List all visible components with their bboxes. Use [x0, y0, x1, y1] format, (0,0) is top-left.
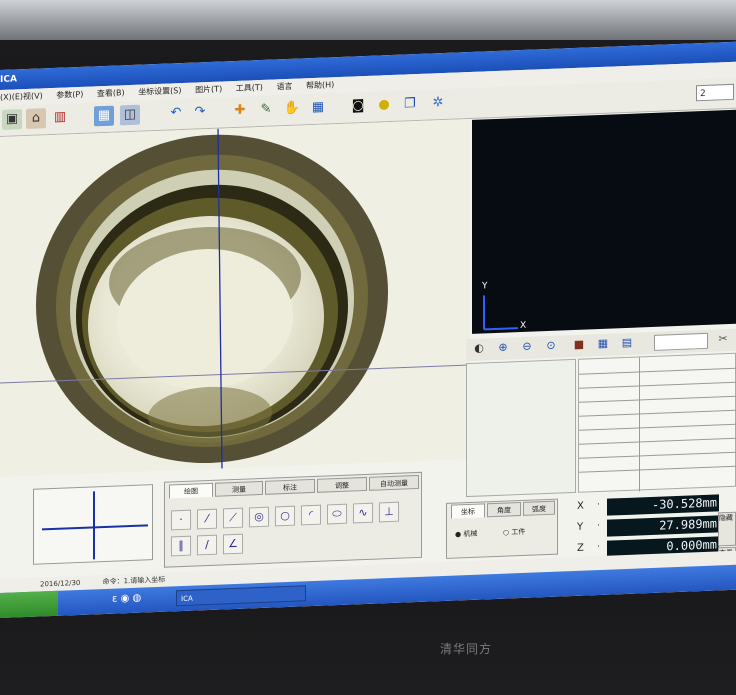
- camera-view[interactable]: [0, 118, 470, 477]
- menu-item-view[interactable]: (X)(E)视(V): [0, 91, 43, 102]
- tab-draw[interactable]: 绘图: [169, 482, 213, 499]
- zoom-fit-icon[interactable]: ⊙: [542, 336, 560, 355]
- parallel-tool-icon[interactable]: ∥: [171, 535, 191, 557]
- preview-select[interactable]: [654, 332, 708, 351]
- angle-tool-icon[interactable]: ⊥: [379, 501, 399, 523]
- coordinate-mode-panel: 坐标 角度 弧度 ● 机械 ○ 工件: [446, 498, 558, 559]
- crosshair-lines: [42, 491, 148, 560]
- bulb-icon[interactable]: ●: [374, 95, 394, 116]
- camera-image: [0, 118, 470, 477]
- tab-auto-measure[interactable]: 自动测量: [369, 474, 419, 491]
- measurement-table[interactable]: [578, 352, 736, 493]
- hand-icon[interactable]: ✋: [282, 98, 302, 119]
- taskbar-item[interactable]: ICA: [176, 585, 306, 607]
- drawing-tool-panel: 绘图 测量 标注 调整 自动测量 · ⁄ ⟋ ◎ ○ ◜ ⬭ ∿ ⊥ ∥ ∕ ∠: [164, 471, 422, 568]
- y-axis-label: Y: [577, 521, 584, 533]
- menu-item-parameters[interactable]: 参数(P): [56, 90, 83, 100]
- menu-item-image[interactable]: 图片(T): [195, 84, 222, 94]
- coordinate-preview: Y X: [472, 109, 736, 334]
- image-icon[interactable]: ▣: [2, 109, 22, 130]
- camera-setup-icon[interactable]: ⌂: [26, 108, 46, 130]
- tab-radian[interactable]: 弧度: [523, 500, 555, 516]
- table-row: [579, 437, 736, 445]
- table-icon[interactable]: ▦: [308, 97, 328, 118]
- tool-icon[interactable]: ✂: [714, 330, 732, 349]
- hide-button[interactable]: 隐藏: [718, 511, 736, 547]
- x-axis-label: X: [577, 500, 584, 512]
- table-row: [579, 395, 736, 403]
- table-row: [579, 465, 736, 473]
- screen: ICA (X)(E)视(V) 参数(P) 查看(B) 坐标设置(S) 图片(T)…: [0, 41, 736, 619]
- segment-tool-icon[interactable]: ⟋: [223, 507, 243, 529]
- ellipse-tool-icon[interactable]: ⬭: [327, 503, 347, 525]
- pan-icon[interactable]: ◐: [470, 339, 488, 358]
- mechanical-radio[interactable]: ● 机械: [455, 529, 477, 540]
- monitor-brand: 清华同方: [440, 642, 493, 656]
- tab-adjust[interactable]: 调整: [317, 476, 367, 493]
- x-axis-marker: ·: [597, 499, 600, 511]
- workpiece-label: 工件: [511, 527, 526, 537]
- pen-icon[interactable]: ✎: [256, 99, 276, 120]
- circle-center-tool-icon[interactable]: ◎: [249, 506, 269, 528]
- preview-x-label: X: [520, 320, 527, 332]
- element-list[interactable]: [466, 358, 576, 498]
- menu-item-tools[interactable]: 工具(T): [236, 83, 263, 93]
- list-icon[interactable]: ▤: [618, 334, 636, 353]
- tab-angle[interactable]: 角度: [487, 501, 521, 518]
- grid-icon[interactable]: ▦: [594, 334, 612, 353]
- axis-glyph: [483, 295, 518, 331]
- menu-item-help[interactable]: 帮助(H): [306, 80, 334, 90]
- y-readout: 27.989mm: [607, 515, 719, 537]
- taskbar-item-label: ICA: [181, 594, 193, 604]
- zoom-in-icon[interactable]: ⊕: [494, 338, 512, 357]
- table-row: [579, 423, 736, 431]
- grid-view-icon[interactable]: ▦: [94, 105, 114, 127]
- adjust-icon[interactable]: ◫: [120, 104, 140, 126]
- settings-icon[interactable]: ✲: [428, 93, 448, 114]
- mechanical-label: 机械: [463, 529, 478, 539]
- preview-y-label: Y: [482, 281, 488, 292]
- start-button[interactable]: [0, 590, 58, 618]
- curve-tool-icon[interactable]: ∿: [353, 502, 373, 524]
- arc-tool-icon[interactable]: ◜: [301, 504, 321, 526]
- menu-item-browse[interactable]: 查看(B): [97, 88, 125, 98]
- status-date: 2016/12/30: [40, 578, 81, 589]
- z-axis-label: Z: [577, 542, 584, 554]
- window-title: ICA: [0, 74, 17, 85]
- menu-item-coordinates[interactable]: 坐标设置(S): [138, 86, 181, 97]
- table-row: [579, 381, 736, 389]
- redo-icon[interactable]: ↷: [190, 102, 210, 123]
- chart-icon[interactable]: ▥: [50, 107, 70, 128]
- status-message: 命令：1.请输入坐标: [102, 575, 166, 587]
- workpiece-radio[interactable]: ○ 工件: [503, 527, 525, 538]
- table-column-divider: [639, 357, 640, 492]
- tab-coordinate[interactable]: 坐标: [451, 503, 485, 519]
- hide-button-label: 隐藏: [719, 513, 733, 523]
- zoom-input[interactable]: 2: [696, 83, 734, 102]
- crosshair-icon[interactable]: ✚: [230, 100, 250, 121]
- tab-annotate[interactable]: 标注: [265, 478, 315, 495]
- table-row: [579, 409, 736, 417]
- zoom-out-icon[interactable]: ⊖: [518, 337, 536, 356]
- table-row: [579, 451, 736, 459]
- line-tool-icon[interactable]: ⁄: [197, 508, 217, 530]
- table-row: [579, 367, 736, 375]
- slash-tool-icon[interactable]: ∕: [197, 534, 217, 556]
- menu-item-language[interactable]: 语言: [276, 82, 292, 92]
- undo-icon[interactable]: ↶: [166, 103, 186, 124]
- book-icon[interactable]: ❐: [400, 94, 420, 115]
- cube-icon[interactable]: ■: [570, 335, 588, 354]
- quick-launch-icons[interactable]: ε ◉ ◍: [112, 593, 141, 605]
- triangle-tool-icon[interactable]: ∠: [223, 533, 243, 555]
- tab-measure[interactable]: 测量: [215, 480, 263, 497]
- circle-tool-icon[interactable]: ○: [275, 505, 295, 527]
- camera-icon[interactable]: ◙: [348, 96, 368, 117]
- x-readout: -30.528mm: [607, 494, 719, 516]
- point-tool-icon[interactable]: ·: [171, 509, 191, 531]
- crosshair-preview: [33, 484, 153, 565]
- z-axis-marker: ·: [597, 541, 600, 553]
- y-axis-marker: ·: [597, 520, 600, 532]
- background-wall: [0, 0, 736, 40]
